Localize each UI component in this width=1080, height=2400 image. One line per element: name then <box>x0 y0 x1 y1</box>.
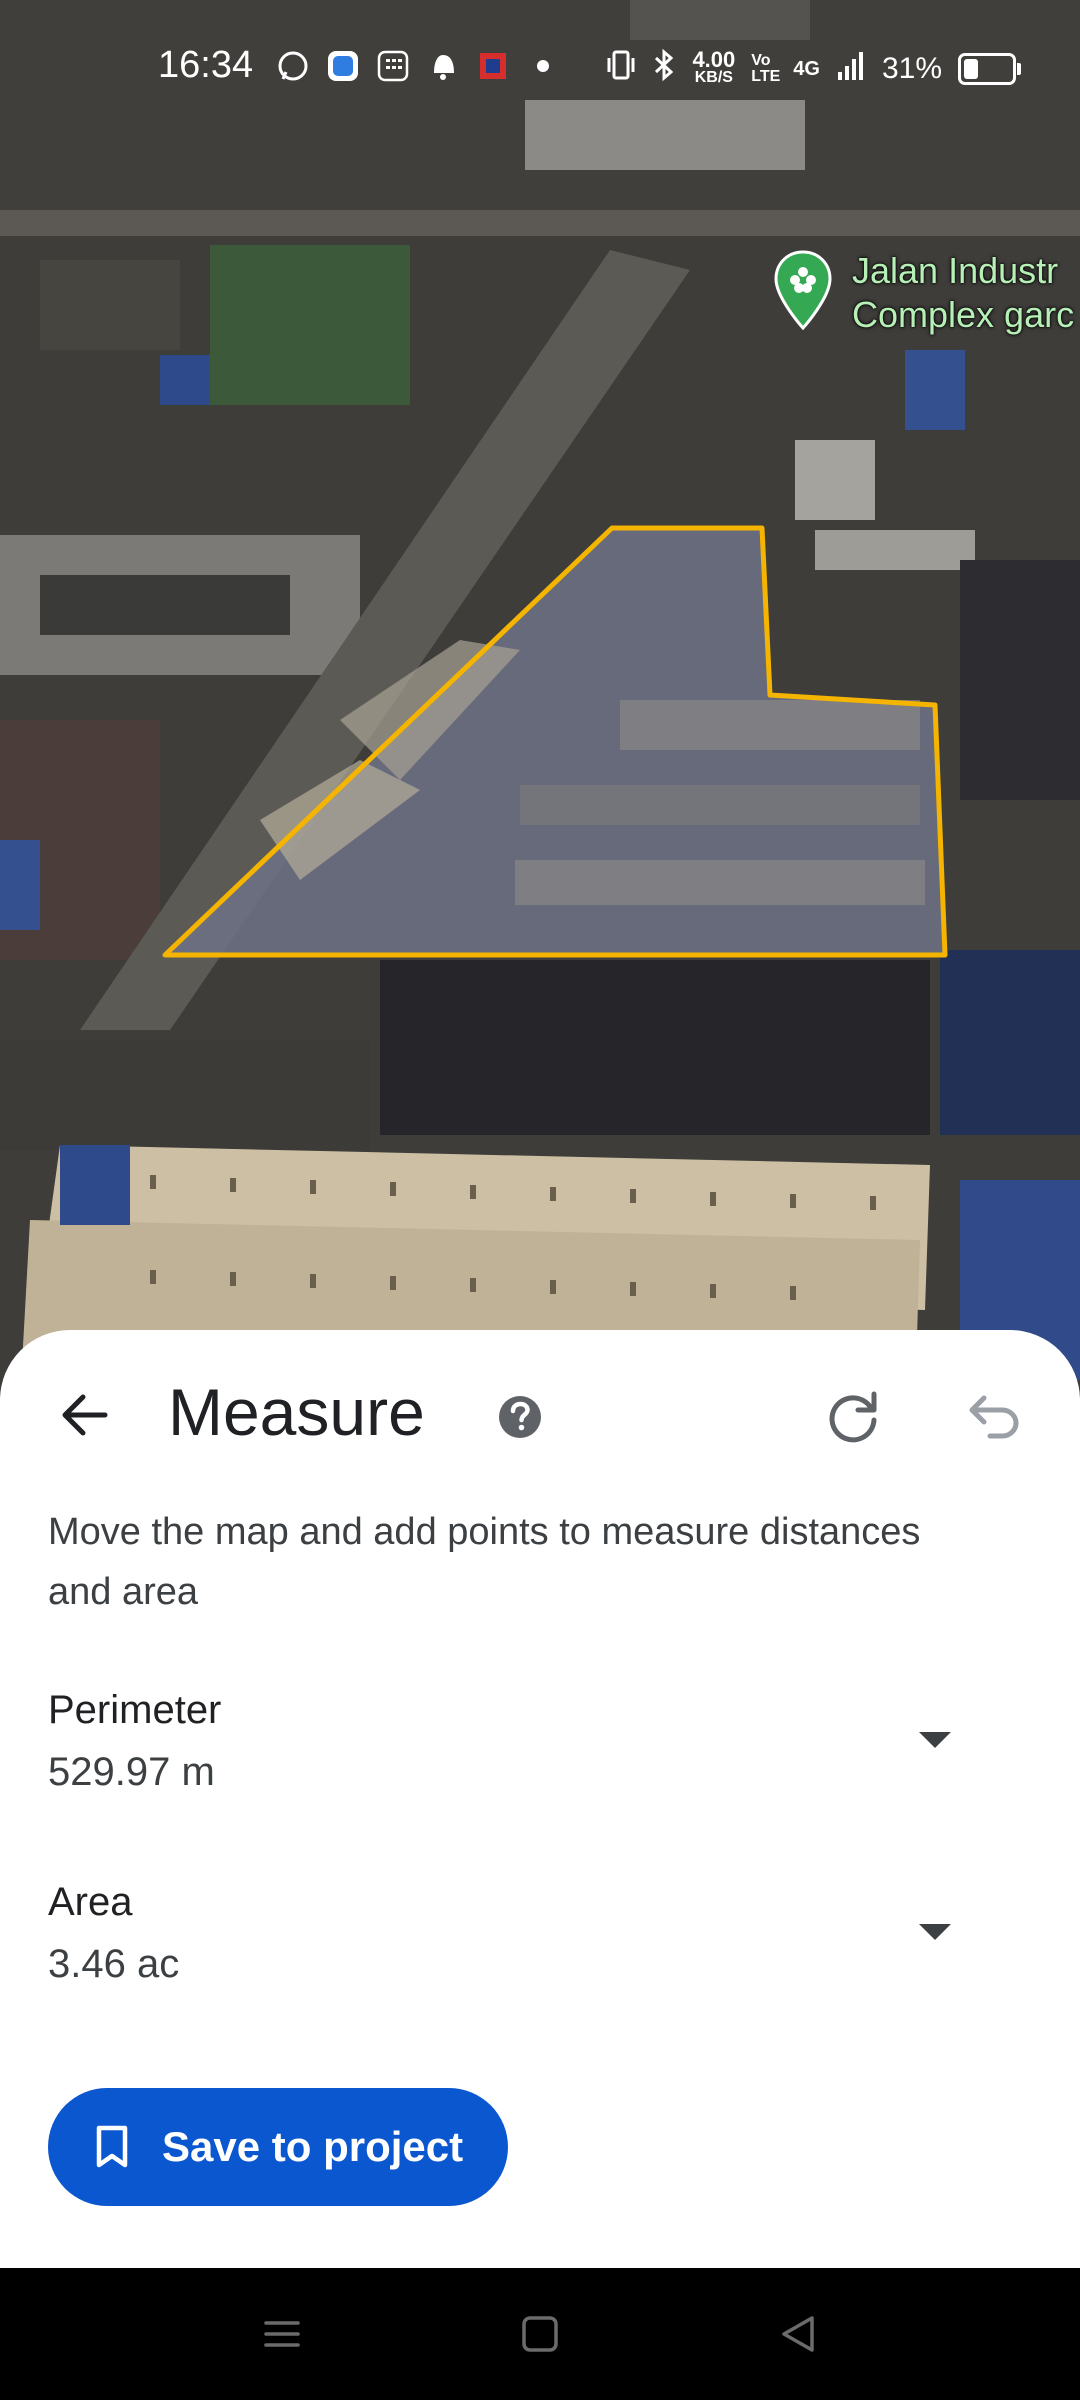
battery-icon <box>958 53 1021 85</box>
vibrate-icon <box>606 48 636 90</box>
network-speed: 4.00 KB/S <box>692 47 736 87</box>
page-title: Measure <box>168 1375 425 1449</box>
system-status: 4.00 KB/S Vo LTE 4G 31% <box>606 47 1021 90</box>
save-to-project-label: Save to project <box>162 2123 464 2170</box>
red-square-app-icon <box>475 48 511 84</box>
calculator-icon <box>375 48 411 84</box>
system-nav-bar <box>0 2268 1080 2400</box>
back-nav-button[interactable] <box>770 2306 826 2362</box>
perimeter-unit-dropdown[interactable] <box>915 1728 955 1752</box>
arrow-back-icon <box>62 1394 108 1436</box>
dropdown-arrow-icon <box>919 1732 951 1748</box>
area-value: 3.46 ac <box>48 1942 180 1986</box>
undo-icon <box>969 1395 1019 1439</box>
place-name-line1: Jalan Industr <box>852 250 1059 291</box>
satellite-map[interactable] <box>0 0 1080 1400</box>
battery-level <box>964 59 978 79</box>
signal-icon <box>836 48 866 90</box>
whatsapp-icon <box>275 48 311 84</box>
perimeter-label: Perimeter <box>48 1688 222 1732</box>
menu-icon <box>264 2321 300 2347</box>
network-speed-unit: KB/S <box>694 69 733 86</box>
volte-indicator: Vo LTE <box>751 52 781 85</box>
status-bar: 16:34 4.00 KB/S Vo LTE 4G 31% <box>0 0 1080 136</box>
save-to-project-button[interactable]: Save to project <box>48 2088 508 2206</box>
help-button[interactable] <box>496 1393 544 1441</box>
place-label[interactable]: Jalan Industr Complex garc <box>852 249 1074 337</box>
perimeter-value: 529.97 m <box>48 1750 215 1794</box>
refresh-icon <box>829 1391 877 1443</box>
battery-percent: 31% <box>881 52 942 85</box>
network-type: 4G <box>793 57 820 80</box>
dot-icon <box>525 48 561 84</box>
blue-app-icon <box>325 48 361 84</box>
menu-nav-button[interactable] <box>254 2306 310 2362</box>
notification-icons <box>275 48 561 84</box>
home-square-icon <box>522 2316 558 2352</box>
home-nav-button[interactable] <box>512 2306 568 2362</box>
bookmark-icon <box>96 2125 128 2168</box>
back-button[interactable] <box>48 1378 122 1452</box>
place-name-line2: Complex garc <box>852 294 1075 335</box>
dropdown-arrow-icon <box>919 1924 951 1940</box>
place-pin-icon[interactable] <box>773 250 833 335</box>
area-label: Area <box>48 1880 133 1924</box>
back-triangle-icon <box>782 2316 814 2352</box>
bell-icon <box>425 48 461 84</box>
status-time: 16:34 <box>158 44 254 86</box>
bluetooth-icon <box>652 48 676 90</box>
reset-button[interactable] <box>820 1384 886 1450</box>
undo-button[interactable] <box>962 1384 1028 1450</box>
area-unit-dropdown[interactable] <box>915 1920 955 1944</box>
help-icon <box>499 1396 541 1438</box>
network-speed-value: 4.00 <box>692 47 736 72</box>
measure-hint: Move the map and add points to measure d… <box>48 1511 921 1613</box>
